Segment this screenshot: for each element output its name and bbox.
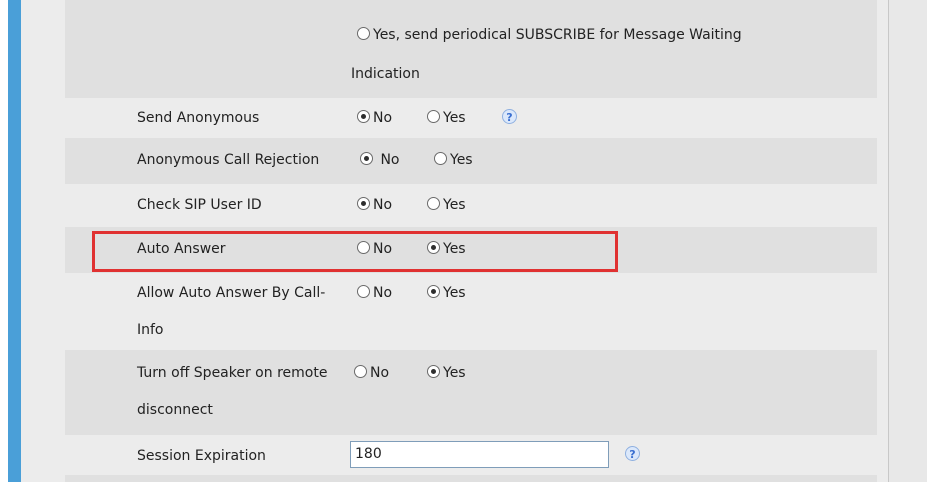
right-panel	[889, 0, 927, 482]
allow-auto-answer-callinfo-label-cont: Info	[137, 322, 164, 338]
send-anonymous-label: Send Anonymous	[137, 110, 260, 126]
allow-auto-answer-callinfo-no[interactable]: No	[357, 275, 392, 312]
help-icon[interactable]: ?	[625, 446, 640, 461]
highlight-box	[92, 231, 618, 272]
anonymous-call-rejection-row: Anonymous Call Rejection No Yes	[65, 138, 877, 184]
session-expiration-label: Session Expiration	[137, 448, 266, 464]
send-anonymous-no-radio[interactable]	[357, 109, 370, 123]
send-anonymous-row: Send Anonymous No Yes ?	[65, 98, 877, 138]
send-anonymous-no[interactable]: No	[357, 100, 392, 137]
mwi-subscribe-option[interactable]: Yes, send periodical SUBSCRIBE for Messa…	[357, 17, 742, 54]
allow-auto-answer-callinfo-no-radio[interactable]	[357, 284, 370, 298]
check-sip-user-id-yes[interactable]: Yes	[427, 187, 466, 224]
mwi-row: Yes, send periodical SUBSCRIBE for Messa…	[65, 0, 877, 98]
anonymous-call-rejection-yes[interactable]: Yes	[434, 142, 473, 179]
left-accent-bar	[8, 0, 21, 482]
anonymous-call-rejection-yes-radio[interactable]	[434, 151, 447, 165]
allow-auto-answer-callinfo-yes[interactable]: Yes	[427, 275, 466, 312]
check-sip-user-id-row: Check SIP User ID No Yes	[65, 184, 877, 227]
anonymous-call-rejection-no-radio[interactable]	[360, 151, 373, 165]
allow-auto-answer-callinfo-label: Allow Auto Answer By Call-	[137, 285, 326, 301]
speaker-off-label: Turn off Speaker on remote	[137, 365, 328, 381]
check-sip-user-id-no[interactable]: No	[357, 187, 392, 224]
check-sip-user-id-label: Check SIP User ID	[137, 197, 262, 213]
speaker-off-yes-radio[interactable]	[427, 364, 440, 378]
anonymous-call-rejection-no[interactable]: No	[360, 142, 400, 179]
help-icon[interactable]: ?	[502, 109, 517, 124]
speaker-off-yes[interactable]: Yes	[427, 355, 466, 392]
allow-auto-answer-callinfo-yes-radio[interactable]	[427, 284, 440, 298]
session-expiration-input[interactable]: 180	[350, 441, 609, 468]
mwi-subscribe-label-cont: Indication	[351, 66, 420, 82]
mwi-subscribe-label: Yes, send periodical SUBSCRIBE for Messa…	[373, 27, 742, 43]
send-anonymous-yes[interactable]: Yes	[427, 100, 466, 137]
left-margin	[0, 0, 8, 482]
speaker-off-no-radio[interactable]	[354, 364, 367, 378]
mwi-subscribe-radio[interactable]	[357, 26, 370, 40]
speaker-off-no[interactable]: No	[354, 355, 389, 392]
anonymous-call-rejection-label: Anonymous Call Rejection	[137, 152, 320, 168]
check-sip-user-id-yes-radio[interactable]	[427, 196, 440, 210]
send-anonymous-yes-radio[interactable]	[427, 109, 440, 123]
next-row	[65, 475, 877, 482]
allow-auto-answer-callinfo-row: Allow Auto Answer By Call- Info No Yes	[65, 273, 877, 350]
speaker-off-row: Turn off Speaker on remote disconnect No…	[65, 350, 877, 435]
check-sip-user-id-no-radio[interactable]	[357, 196, 370, 210]
speaker-off-label-cont: disconnect	[137, 402, 213, 418]
